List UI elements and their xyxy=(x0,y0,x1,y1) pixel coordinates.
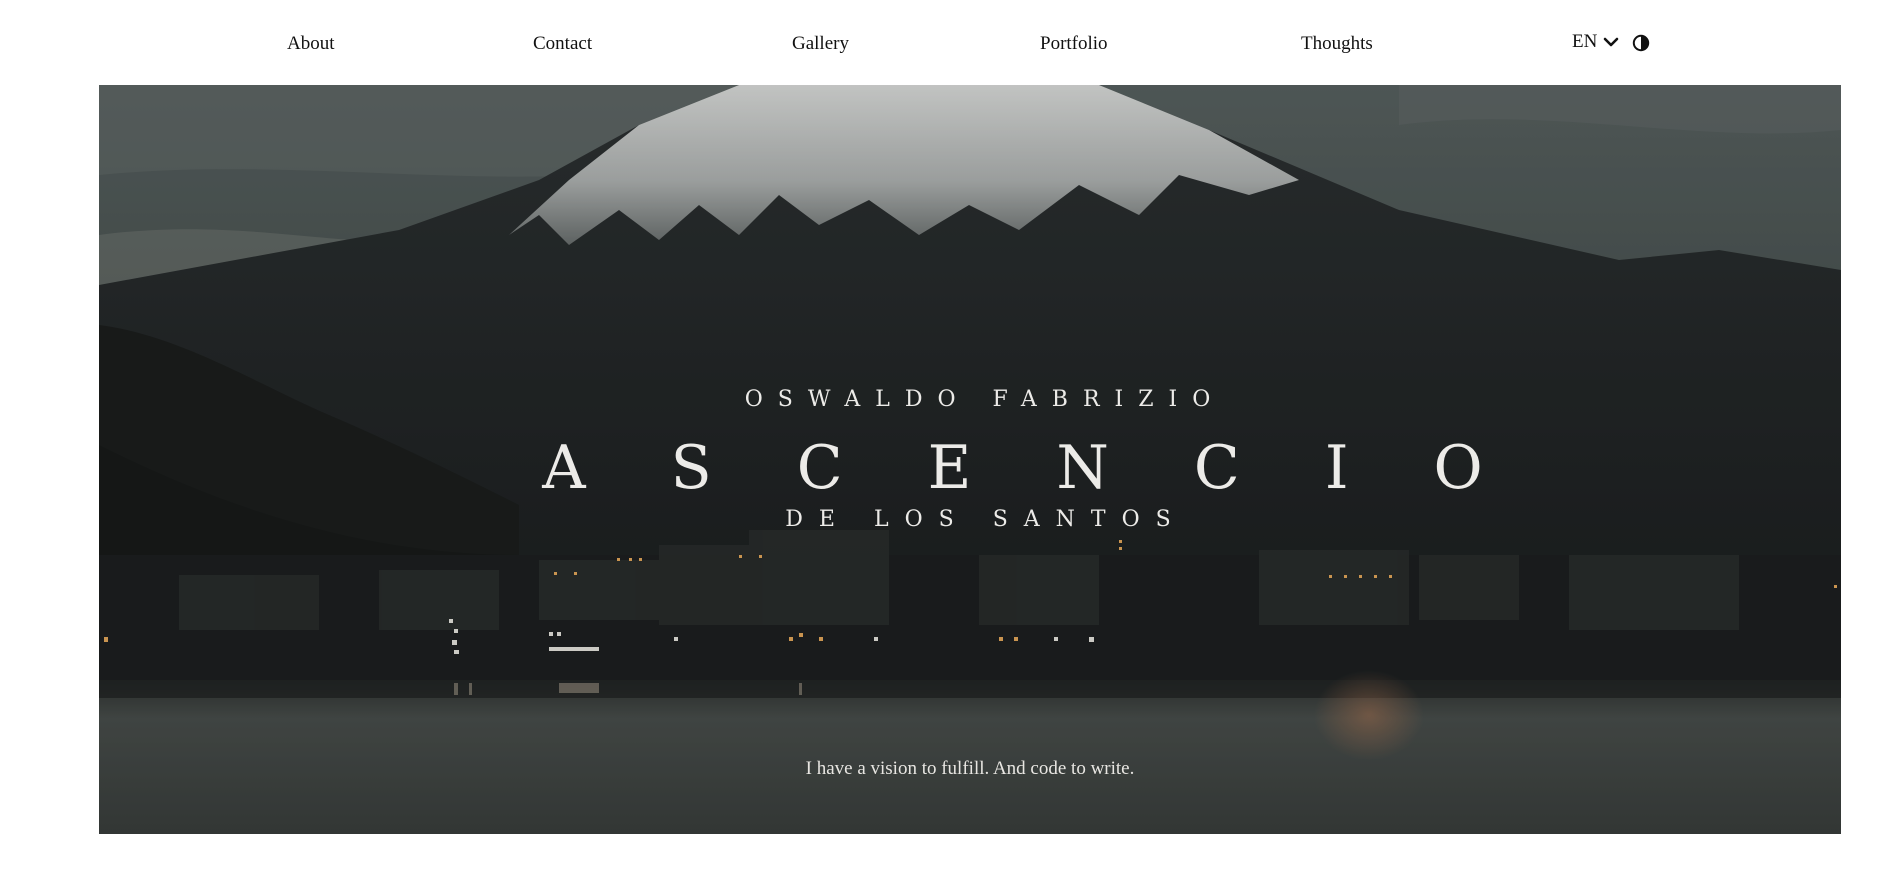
hero-first-name: OSWALDO FABRIZIO xyxy=(744,387,1226,412)
nav-link-about[interactable]: About xyxy=(287,32,335,56)
nav-link-portfolio[interactable]: Portfolio xyxy=(1040,32,1108,56)
hero-tagline: I have a vision to fulfill. And code to … xyxy=(805,758,1135,779)
chevron-down-icon xyxy=(1603,36,1619,48)
nav-link-gallery[interactable]: Gallery xyxy=(792,32,849,56)
hero-suffix-name: DE LOS SANTOS xyxy=(785,507,1187,532)
nav-link-thoughts[interactable]: Thoughts xyxy=(1301,32,1373,56)
contrast-icon xyxy=(1632,34,1650,56)
top-navigation: About Contact Gallery Portfolio Thoughts… xyxy=(0,0,1902,85)
language-label: EN xyxy=(1572,31,1598,52)
language-selector[interactable]: EN xyxy=(1572,31,1619,53)
hero-banner: OSWALDO FABRIZIO ASCENCIO DE LOS SANTOS … xyxy=(99,85,1841,834)
nav-link-contact[interactable]: Contact xyxy=(533,32,592,56)
theme-toggle-button[interactable] xyxy=(1632,34,1650,52)
hero-last-name: ASCENCIO xyxy=(542,433,1568,503)
